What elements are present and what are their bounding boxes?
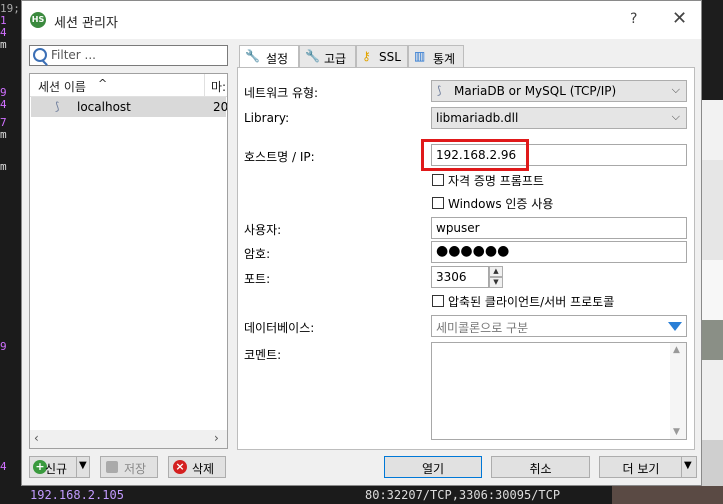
session-filter-input[interactable]: Filter ... [29, 45, 228, 66]
chevron-down-icon[interactable]: ▼ [684, 460, 692, 471]
port-label: 포트: [244, 272, 271, 286]
key-icon: ⚷ [362, 49, 371, 63]
library-select[interactable]: libmariadb.dll ⌵ [431, 107, 687, 129]
wrench-icon: 🔧 [305, 49, 320, 63]
windows-auth-checkbox[interactable] [432, 197, 444, 209]
network-type-select[interactable]: ⟆ MariaDB or MySQL (TCP/IP) ⌵ [431, 80, 687, 102]
horizontal-scrollbar[interactable]: ‹ › [30, 430, 227, 448]
background-window [700, 0, 723, 504]
dropdown-arrow-icon[interactable] [668, 322, 682, 331]
chevron-down-icon: ⌵ [671, 110, 680, 123]
terminal-ports: 80:32207/TCP,3306:30095/TCP [365, 488, 561, 502]
databases-label: 데이터베이스: [244, 321, 315, 335]
close-button[interactable]: ✕ [672, 8, 687, 29]
user-label: 사용자: [244, 223, 282, 237]
password-label: 암호: [244, 247, 271, 261]
open-button[interactable]: 열기 [384, 456, 482, 478]
network-type-label: 네트워크 유형: [244, 86, 319, 100]
session-manager-dialog: HS 세션 관리자 ? ✕ Filter ... 세션 이름 ^ 마: ⟆ lo… [21, 0, 702, 486]
session-tree-header: 세션 이름 ^ 마: [30, 74, 227, 97]
tab-settings[interactable]: 🔧 설정 [239, 45, 299, 68]
stepper-down-icon[interactable]: ▼ [489, 277, 503, 288]
heidisql-logo-icon: HS [30, 12, 46, 28]
tab-advanced[interactable]: 🔧 고급 [299, 45, 356, 67]
vertical-scrollbar[interactable]: ▲ ▼ [670, 343, 686, 439]
save-button[interactable]: 저장 [100, 456, 158, 478]
scroll-left-icon[interactable]: ‹ [34, 431, 39, 445]
filter-placeholder: Filter ... [51, 48, 96, 62]
title-bar: HS 세션 관리자 ? ✕ [22, 1, 701, 39]
sort-ascending-icon: ^ [98, 77, 108, 90]
new-button[interactable]: + 신규 ▼ [29, 456, 90, 478]
session-row-localhost[interactable]: ⟆ localhost 20 [31, 97, 228, 117]
tab-statistics[interactable]: ▥ 통계 [408, 45, 464, 67]
cancel-button[interactable]: 취소 [491, 456, 590, 478]
password-input[interactable]: ●●●●●● [431, 241, 687, 263]
mysql-dolphin-icon: ⟆ [55, 100, 60, 113]
port-input[interactable]: 3306 [431, 266, 489, 288]
background-image [612, 486, 723, 504]
delete-button[interactable]: × 삭제 [168, 456, 226, 478]
wrench-icon: 🔧 [245, 49, 260, 63]
tab-ssl[interactable]: ⚷ SSL [356, 45, 408, 67]
compressed-protocol-label: 압축된 클라이언트/서버 프로토콜 [448, 295, 615, 309]
more-button[interactable]: 더 보기 ▼ [599, 456, 697, 478]
terminal-ip: 192.168.2.105 [30, 488, 124, 502]
help-button[interactable]: ? [630, 11, 637, 27]
session-name: localhost [77, 100, 131, 114]
chevron-down-icon[interactable]: ▼ [79, 460, 87, 471]
comment-textarea[interactable]: ▲ ▼ [431, 342, 687, 440]
scroll-up-icon[interactable]: ▲ [673, 345, 680, 355]
library-label: Library: [244, 111, 290, 125]
search-icon [33, 48, 47, 62]
session-col2-value: 20 [213, 100, 228, 114]
prompt-credentials-checkbox[interactable] [432, 174, 444, 186]
chevron-down-icon: ⌵ [671, 83, 680, 96]
mysql-dolphin-icon: ⟆ [437, 84, 442, 97]
dialog-title: 세션 관리자 [54, 16, 118, 31]
stepper-up-icon[interactable]: ▲ [489, 266, 503, 277]
prompt-credentials-label: 자격 증명 프롬프트 [448, 174, 544, 188]
bar-chart-icon: ▥ [414, 49, 426, 63]
host-highlight-box [421, 139, 529, 171]
user-input[interactable]: wpuser [431, 217, 687, 239]
port-stepper[interactable]: ▲ ▼ [489, 266, 503, 288]
scroll-right-icon[interactable]: › [214, 431, 219, 445]
scroll-down-icon[interactable]: ▼ [673, 427, 680, 437]
session-tree[interactable]: 세션 이름 ^ 마: ⟆ localhost 20 ‹ › [29, 73, 228, 449]
column-header-other[interactable]: 마: [211, 78, 226, 95]
host-label: 호스트명 / IP: [244, 150, 315, 164]
comment-label: 코멘트: [244, 348, 282, 362]
compressed-protocol-checkbox[interactable] [432, 295, 444, 307]
column-header-session-name[interactable]: 세션 이름 [38, 78, 86, 95]
terminal-gutter: 19; 1 4 m 9 4 7 m m 9 4 [0, 0, 22, 504]
windows-auth-label: Windows 인증 사용 [448, 197, 554, 211]
terminal-bottom-line: 192.168.2.105 80:32207/TCP,3306:30095/TC… [0, 486, 612, 504]
databases-input[interactable]: 세미콜론으로 구분 [431, 315, 687, 337]
